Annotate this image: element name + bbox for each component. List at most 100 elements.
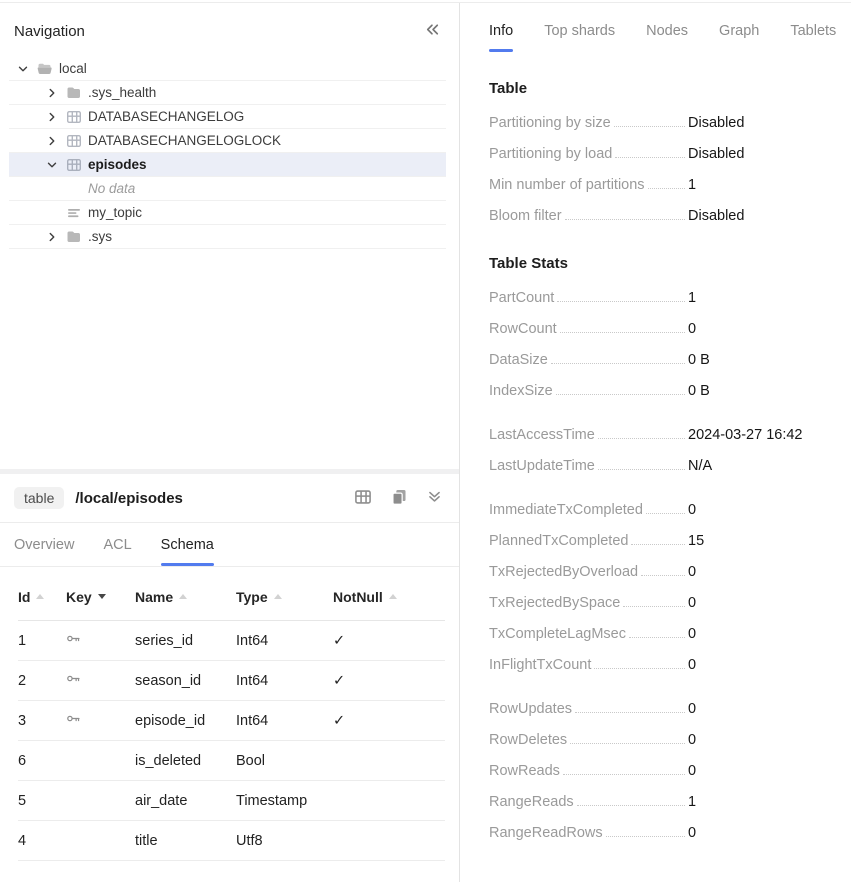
collapse-preview-button[interactable] xyxy=(424,486,445,510)
folder-open-icon xyxy=(37,61,53,77)
tree-item-label: DATABASECHANGELOG xyxy=(88,109,244,124)
info-value: 1 xyxy=(688,290,696,306)
info-label: PlannedTxCompleted xyxy=(489,533,628,549)
dotted-leader xyxy=(598,469,685,470)
cell-name: title xyxy=(135,833,236,849)
info-value: Disabled xyxy=(688,115,744,131)
table-row[interactable]: 2 season_id Int64 ✓ xyxy=(18,661,445,701)
tree-item-databasechangeloglock[interactable]: DATABASECHANGELOGLOCK xyxy=(9,129,446,153)
info-value: 0 xyxy=(688,626,696,642)
tab-top-shards[interactable]: Top shards xyxy=(544,23,615,52)
info-value: 0 xyxy=(688,502,696,518)
info-row: RowCount 0 xyxy=(489,313,831,344)
column-header-type[interactable]: Type xyxy=(236,589,333,605)
tree-item-label: my_topic xyxy=(88,205,142,220)
column-header-notnull[interactable]: NotNull xyxy=(333,589,445,605)
object-preview-panel: table /local/episodes Overview ACL Sch xyxy=(0,474,459,882)
tab-acl[interactable]: ACL xyxy=(103,537,131,566)
info-row: TxRejectedByOverload 0 xyxy=(489,556,831,587)
tab-graph[interactable]: Graph xyxy=(719,23,759,52)
dotted-leader xyxy=(575,712,685,713)
cell-type: Int64 xyxy=(236,673,333,689)
cell-name: is_deleted xyxy=(135,753,236,769)
preview-actions xyxy=(352,486,445,511)
chevron-right-icon[interactable] xyxy=(44,133,60,149)
info-label: IndexSize xyxy=(489,383,553,399)
info-row: LastUpdateTime N/A xyxy=(489,450,831,481)
column-header-id[interactable]: Id xyxy=(18,589,66,605)
tab-info[interactable]: Info xyxy=(489,23,513,52)
info-value: 0 xyxy=(688,825,696,841)
navigation-panel: Navigation local .sys_health xyxy=(0,3,459,469)
table-row[interactable]: 1 series_id Int64 ✓ xyxy=(18,621,445,661)
tab-tablets[interactable]: Tablets xyxy=(790,23,836,52)
cell-type: Bool xyxy=(236,753,333,769)
info-label: RowCount xyxy=(489,321,557,337)
folder-icon xyxy=(66,229,82,245)
info-row: ImmediateTxCompleted 0 xyxy=(489,494,831,525)
sort-asc-icon xyxy=(179,594,187,599)
info-value: 1 xyxy=(688,794,696,810)
empty-state-label: No data xyxy=(88,181,135,196)
key-icon xyxy=(66,674,81,690)
info-label: RangeReads xyxy=(489,794,574,810)
chevron-right-icon[interactable] xyxy=(44,85,60,101)
copy-path-button[interactable] xyxy=(388,486,410,511)
tab-overview[interactable]: Overview xyxy=(14,537,74,566)
info-label: DataSize xyxy=(489,352,548,368)
dotted-leader xyxy=(641,575,685,576)
tree-item-databasechangelog[interactable]: DATABASECHANGELOG xyxy=(9,105,446,129)
column-header-name[interactable]: Name xyxy=(135,589,236,605)
chevron-down-icon[interactable] xyxy=(44,157,60,173)
info-value: 2024-03-27 16:42 xyxy=(688,427,803,443)
table-row[interactable]: 6 is_deleted Bool xyxy=(18,741,445,781)
chevron-right-icon[interactable] xyxy=(44,109,60,125)
table-row[interactable]: 4 title Utf8 xyxy=(18,821,445,861)
tree-item-episodes[interactable]: episodes xyxy=(9,153,446,177)
info-row: Partitioning by size Disabled xyxy=(489,107,831,138)
dotted-leader xyxy=(556,394,685,395)
info-value: 0 B xyxy=(688,383,710,399)
tab-nodes[interactable]: Nodes xyxy=(646,23,688,52)
dotted-leader xyxy=(629,637,685,638)
cell-key xyxy=(66,671,135,690)
dotted-leader xyxy=(570,743,685,744)
dotted-leader xyxy=(563,774,685,775)
dotted-leader xyxy=(560,332,685,333)
dotted-leader xyxy=(594,668,685,669)
info-value: 0 xyxy=(688,321,696,337)
cell-id: 3 xyxy=(18,713,66,729)
tree-item-sys-health[interactable]: .sys_health xyxy=(9,81,446,105)
info-value: 15 xyxy=(688,533,704,549)
info-row: RangeReadRows 0 xyxy=(489,817,831,848)
tree-item-local[interactable]: local xyxy=(9,57,446,81)
section-title-table-stats: Table Stats xyxy=(489,255,831,272)
table-view-button[interactable] xyxy=(352,486,374,511)
double-chevron-left-icon xyxy=(424,21,441,41)
dotted-leader xyxy=(646,513,685,514)
tree-item-sys[interactable]: .sys xyxy=(9,225,446,249)
dotted-leader xyxy=(623,606,685,607)
object-path: /local/episodes xyxy=(75,490,352,507)
key-icon xyxy=(66,714,81,730)
collapse-panel-button[interactable] xyxy=(422,19,443,43)
info-row: Partitioning by load Disabled xyxy=(489,138,831,169)
tab-schema[interactable]: Schema xyxy=(161,537,214,566)
info-label: InFlightTxCount xyxy=(489,657,591,673)
table-row[interactable]: 3 episode_id Int64 ✓ xyxy=(18,701,445,741)
dotted-leader xyxy=(557,301,685,302)
info-panel: Info Top shards Nodes Graph Tablets Tabl… xyxy=(459,3,851,882)
column-label: Type xyxy=(236,589,268,605)
tree-empty-state: No data xyxy=(9,177,446,201)
cell-id: 5 xyxy=(18,793,66,809)
sort-asc-icon xyxy=(274,594,282,599)
info-value: 0 xyxy=(688,564,696,580)
chevron-down-icon[interactable] xyxy=(15,61,31,77)
tree-item-my-topic[interactable]: my_topic xyxy=(9,201,446,225)
table-row[interactable]: 5 air_date Timestamp xyxy=(18,781,445,821)
info-label: TxCompleteLagMsec xyxy=(489,626,626,642)
cell-notnull: ✓ xyxy=(333,713,445,729)
chevron-right-icon[interactable] xyxy=(44,229,60,245)
dotted-leader xyxy=(648,188,685,189)
column-header-key[interactable]: Key xyxy=(66,589,135,605)
